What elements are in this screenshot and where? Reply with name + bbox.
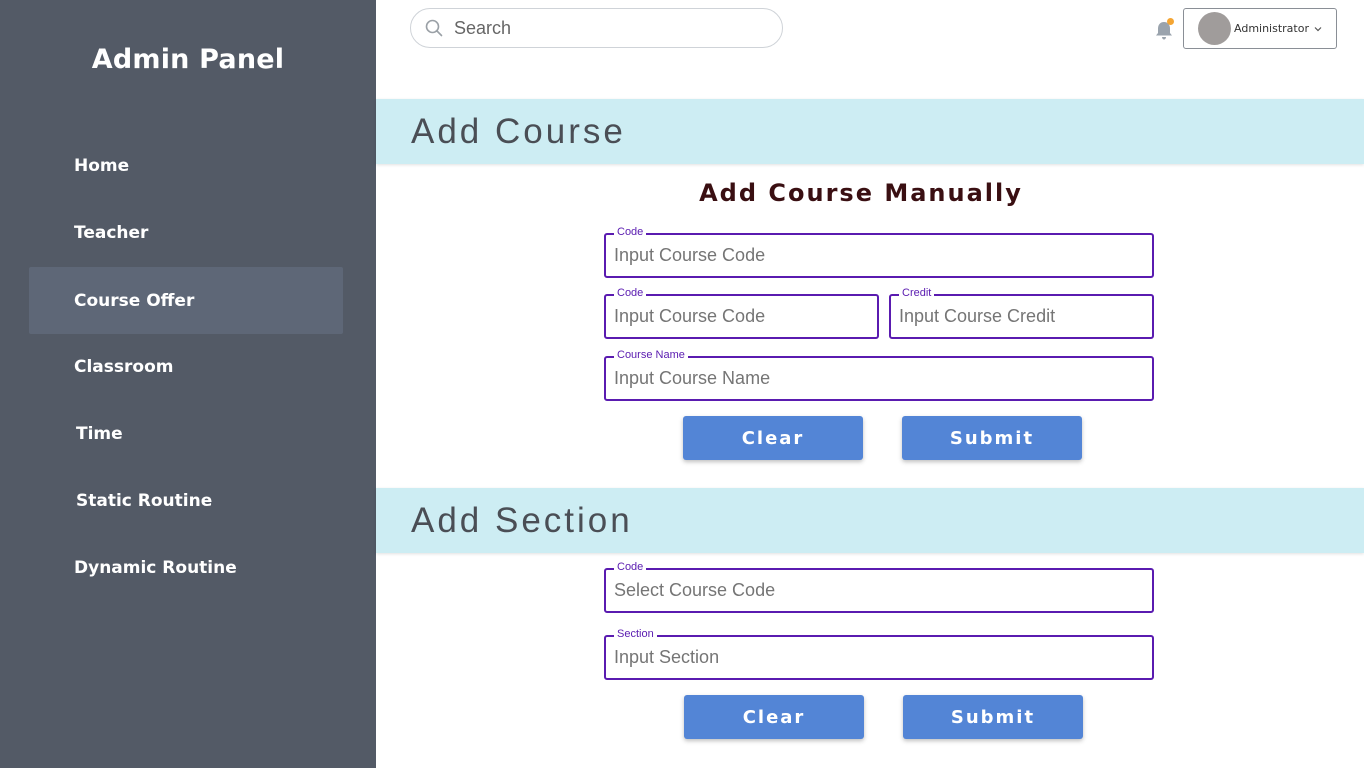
sidebar-item-time[interactable]: Time [29, 400, 343, 467]
user-name: Administrator [1234, 22, 1309, 35]
add-course-subtitle: Add Course Manually [699, 179, 1023, 207]
section-title: Add Section [411, 501, 633, 540]
section-course-code-field[interactable]: Code [604, 561, 1154, 613]
add-course-submit-button[interactable]: Submit [902, 416, 1082, 460]
section-course-code-select[interactable] [614, 570, 1144, 611]
course-credit-field[interactable]: Credit [889, 287, 1154, 339]
notification-button[interactable] [1153, 18, 1175, 42]
sidebar: Admin Panel Home Teacher Course Offer Cl… [0, 0, 376, 768]
course-name-input[interactable] [614, 358, 1144, 399]
app-title: Admin Panel [91, 44, 285, 75]
sidebar-item-static-routine[interactable]: Static Routine [29, 467, 343, 534]
course-code-input[interactable] [614, 235, 1144, 276]
sidebar-item-course-offer[interactable]: Course Offer [29, 267, 343, 334]
section-input[interactable] [614, 637, 1144, 678]
sidebar-item-teacher[interactable]: Teacher [29, 199, 343, 266]
search-bar[interactable] [410, 8, 783, 48]
add-section-clear-button[interactable]: Clear [684, 695, 864, 739]
add-section-header: Add Section [376, 488, 1364, 553]
avatar [1198, 12, 1231, 45]
add-section-submit-button[interactable]: Submit [903, 695, 1083, 739]
user-menu[interactable]: Administrator [1183, 8, 1337, 49]
search-input[interactable] [454, 9, 764, 47]
course-code-field-2[interactable]: Code [604, 287, 879, 339]
sidebar-item-home[interactable]: Home [29, 132, 343, 199]
section-title: Add Course [411, 112, 626, 151]
add-course-header: Add Course [376, 99, 1364, 164]
search-icon [425, 19, 443, 37]
chevron-down-icon [1314, 26, 1322, 31]
section-field[interactable]: Section [604, 628, 1154, 680]
sidebar-item-dynamic-routine[interactable]: Dynamic Routine [29, 534, 343, 601]
main-content: Administrator Add Course Add Course Manu… [376, 0, 1364, 768]
course-code-field[interactable]: Code [604, 226, 1154, 278]
notification-dot [1167, 18, 1174, 25]
course-credit-input[interactable] [899, 296, 1144, 337]
sidebar-item-classroom[interactable]: Classroom [29, 333, 343, 400]
add-course-clear-button[interactable]: Clear [683, 416, 863, 460]
course-code-input-2[interactable] [614, 296, 869, 337]
course-name-field[interactable]: Course Name [604, 349, 1154, 401]
